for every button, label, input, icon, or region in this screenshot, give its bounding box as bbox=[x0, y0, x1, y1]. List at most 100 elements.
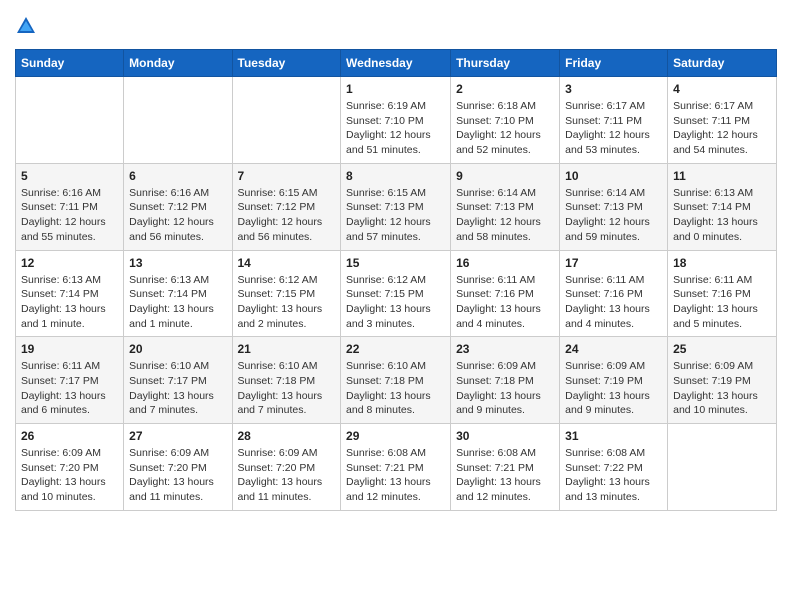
calendar-header-row: SundayMondayTuesdayWednesdayThursdayFrid… bbox=[16, 50, 777, 77]
day-info: Sunrise: 6:09 AMSunset: 7:20 PMDaylight:… bbox=[238, 446, 336, 505]
day-info: Sunrise: 6:11 AMSunset: 7:17 PMDaylight:… bbox=[21, 359, 118, 418]
day-of-week-header: Saturday bbox=[668, 50, 777, 77]
calendar-day-cell: 4Sunrise: 6:17 AMSunset: 7:11 PMDaylight… bbox=[668, 77, 777, 164]
day-info: Sunrise: 6:11 AMSunset: 7:16 PMDaylight:… bbox=[673, 273, 771, 332]
day-number: 11 bbox=[673, 169, 771, 183]
day-info: Sunrise: 6:15 AMSunset: 7:13 PMDaylight:… bbox=[346, 186, 445, 245]
calendar-day-cell: 25Sunrise: 6:09 AMSunset: 7:19 PMDayligh… bbox=[668, 337, 777, 424]
calendar-day-cell: 31 Sunrise: 6:08 AMSunset: 7:22 PMDayligh… bbox=[560, 424, 668, 511]
day-of-week-header: Monday bbox=[124, 50, 232, 77]
calendar-day-cell: 29Sunrise: 6:08 AMSunset: 7:21 PMDayligh… bbox=[341, 424, 451, 511]
day-number: 18 bbox=[673, 256, 771, 270]
day-of-week-header: Tuesday bbox=[232, 50, 341, 77]
day-number: 10 bbox=[565, 169, 662, 183]
day-number: 23 bbox=[456, 342, 554, 356]
calendar-day-cell: 22 Sunrise: 6:10 AMSunset: 7:18 PMDayligh… bbox=[341, 337, 451, 424]
day-info: Sunrise: 6:08 AMSunset: 7:22 PMDaylight:… bbox=[565, 446, 662, 505]
day-number: 27 bbox=[129, 429, 226, 443]
calendar-day-cell: 9 Sunrise: 6:14 AMSunset: 7:13 PMDaylight… bbox=[451, 163, 560, 250]
day-info: Sunrise: 6:09 AMSunset: 7:20 PMDaylight:… bbox=[21, 446, 118, 505]
day-of-week-header: Friday bbox=[560, 50, 668, 77]
calendar-day-cell: 30 Sunrise: 6:08 AMSunset: 7:21 PMDayligh… bbox=[451, 424, 560, 511]
logo bbox=[15, 15, 41, 37]
day-number: 12 bbox=[21, 256, 118, 270]
calendar-day-cell: 27 Sunrise: 6:09 AMSunset: 7:20 PMDayligh… bbox=[124, 424, 232, 511]
day-info: Sunrise: 6:19 AMSunset: 7:10 PMDaylight:… bbox=[346, 99, 445, 158]
day-info: Sunrise: 6:13 AMSunset: 7:14 PMDaylight:… bbox=[673, 186, 771, 245]
day-number: 25 bbox=[673, 342, 771, 356]
calendar-week-row: 5Sunrise: 6:16 AMSunset: 7:11 PMDaylight… bbox=[16, 163, 777, 250]
day-info: Sunrise: 6:13 AMSunset: 7:14 PMDaylight:… bbox=[21, 273, 118, 332]
day-number: 3 bbox=[565, 82, 662, 96]
day-info: Sunrise: 6:17 AMSunset: 7:11 PMDaylight:… bbox=[565, 99, 662, 158]
day-info: Sunrise: 6:09 AMSunset: 7:18 PMDaylight:… bbox=[456, 359, 554, 418]
day-number: 22 bbox=[346, 342, 445, 356]
calendar-week-row: 1 Sunrise: 6:19 AMSunset: 7:10 PMDaylight… bbox=[16, 77, 777, 164]
day-info: Sunrise: 6:10 AMSunset: 7:18 PMDaylight:… bbox=[238, 359, 336, 418]
day-number: 1 bbox=[346, 82, 445, 96]
calendar-day-cell bbox=[668, 424, 777, 511]
calendar-day-cell: 24 Sunrise: 6:09 AMSunset: 7:19 PMDayligh… bbox=[560, 337, 668, 424]
day-info: Sunrise: 6:16 AMSunset: 7:11 PMDaylight:… bbox=[21, 186, 118, 245]
day-number: 29 bbox=[346, 429, 445, 443]
calendar-day-cell: 21Sunrise: 6:10 AMSunset: 7:18 PMDayligh… bbox=[232, 337, 341, 424]
day-number: 4 bbox=[673, 82, 771, 96]
day-info: Sunrise: 6:18 AMSunset: 7:10 PMDaylight:… bbox=[456, 99, 554, 158]
day-info: Sunrise: 6:09 AMSunset: 7:19 PMDaylight:… bbox=[565, 359, 662, 418]
day-info: Sunrise: 6:15 AMSunset: 7:12 PMDaylight:… bbox=[238, 186, 336, 245]
page-header bbox=[15, 15, 777, 37]
calendar-week-row: 26 Sunrise: 6:09 AMSunset: 7:20 PMDayligh… bbox=[16, 424, 777, 511]
day-number: 9 bbox=[456, 169, 554, 183]
day-number: 7 bbox=[238, 169, 336, 183]
day-of-week-header: Thursday bbox=[451, 50, 560, 77]
day-number: 30 bbox=[456, 429, 554, 443]
calendar-day-cell: 8 Sunrise: 6:15 AMSunset: 7:13 PMDaylight… bbox=[341, 163, 451, 250]
day-number: 14 bbox=[238, 256, 336, 270]
calendar-week-row: 12 Sunrise: 6:13 AMSunset: 7:14 PMDayligh… bbox=[16, 250, 777, 337]
calendar-day-cell: 5Sunrise: 6:16 AMSunset: 7:11 PMDaylight… bbox=[16, 163, 124, 250]
day-number: 2 bbox=[456, 82, 554, 96]
calendar-day-cell: 28 Sunrise: 6:09 AMSunset: 7:20 PMDayligh… bbox=[232, 424, 341, 511]
day-number: 17 bbox=[565, 256, 662, 270]
day-of-week-header: Wednesday bbox=[341, 50, 451, 77]
calendar-day-cell: 16 Sunrise: 6:11 AMSunset: 7:16 PMDayligh… bbox=[451, 250, 560, 337]
calendar-day-cell: 18 Sunrise: 6:11 AMSunset: 7:16 PMDayligh… bbox=[668, 250, 777, 337]
calendar-day-cell: 15 Sunrise: 6:12 AMSunset: 7:15 PMDayligh… bbox=[341, 250, 451, 337]
day-number: 16 bbox=[456, 256, 554, 270]
day-info: Sunrise: 6:09 AMSunset: 7:20 PMDaylight:… bbox=[129, 446, 226, 505]
calendar-day-cell: 20 Sunrise: 6:10 AMSunset: 7:17 PMDayligh… bbox=[124, 337, 232, 424]
day-info: Sunrise: 6:13 AMSunset: 7:14 PMDaylight:… bbox=[129, 273, 226, 332]
day-number: 19 bbox=[21, 342, 118, 356]
calendar-day-cell bbox=[16, 77, 124, 164]
day-number: 31 bbox=[565, 429, 662, 443]
day-of-week-header: Sunday bbox=[16, 50, 124, 77]
calendar-day-cell: 11 Sunrise: 6:13 AMSunset: 7:14 PMDayligh… bbox=[668, 163, 777, 250]
calendar-day-cell: 23 Sunrise: 6:09 AMSunset: 7:18 PMDayligh… bbox=[451, 337, 560, 424]
calendar-day-cell: 7 Sunrise: 6:15 AMSunset: 7:12 PMDaylight… bbox=[232, 163, 341, 250]
day-info: Sunrise: 6:08 AMSunset: 7:21 PMDaylight:… bbox=[456, 446, 554, 505]
calendar-day-cell: 26 Sunrise: 6:09 AMSunset: 7:20 PMDayligh… bbox=[16, 424, 124, 511]
calendar-day-cell: 1 Sunrise: 6:19 AMSunset: 7:10 PMDaylight… bbox=[341, 77, 451, 164]
day-info: Sunrise: 6:10 AMSunset: 7:18 PMDaylight:… bbox=[346, 359, 445, 418]
calendar-day-cell bbox=[124, 77, 232, 164]
day-info: Sunrise: 6:11 AMSunset: 7:16 PMDaylight:… bbox=[456, 273, 554, 332]
calendar-day-cell bbox=[232, 77, 341, 164]
day-number: 13 bbox=[129, 256, 226, 270]
calendar-day-cell: 17 Sunrise: 6:11 AMSunset: 7:16 PMDayligh… bbox=[560, 250, 668, 337]
day-number: 20 bbox=[129, 342, 226, 356]
calendar-day-cell: 19 Sunrise: 6:11 AMSunset: 7:17 PMDayligh… bbox=[16, 337, 124, 424]
day-info: Sunrise: 6:10 AMSunset: 7:17 PMDaylight:… bbox=[129, 359, 226, 418]
day-info: Sunrise: 6:12 AMSunset: 7:15 PMDaylight:… bbox=[346, 273, 445, 332]
calendar-day-cell: 14 Sunrise: 6:12 AMSunset: 7:15 PMDayligh… bbox=[232, 250, 341, 337]
day-number: 24 bbox=[565, 342, 662, 356]
day-info: Sunrise: 6:14 AMSunset: 7:13 PMDaylight:… bbox=[456, 186, 554, 245]
day-info: Sunrise: 6:11 AMSunset: 7:16 PMDaylight:… bbox=[565, 273, 662, 332]
day-number: 26 bbox=[21, 429, 118, 443]
logo-icon bbox=[15, 15, 37, 37]
day-info: Sunrise: 6:12 AMSunset: 7:15 PMDaylight:… bbox=[238, 273, 336, 332]
day-number: 8 bbox=[346, 169, 445, 183]
day-number: 15 bbox=[346, 256, 445, 270]
day-info: Sunrise: 6:16 AMSunset: 7:12 PMDaylight:… bbox=[129, 186, 226, 245]
day-number: 28 bbox=[238, 429, 336, 443]
day-info: Sunrise: 6:14 AMSunset: 7:13 PMDaylight:… bbox=[565, 186, 662, 245]
